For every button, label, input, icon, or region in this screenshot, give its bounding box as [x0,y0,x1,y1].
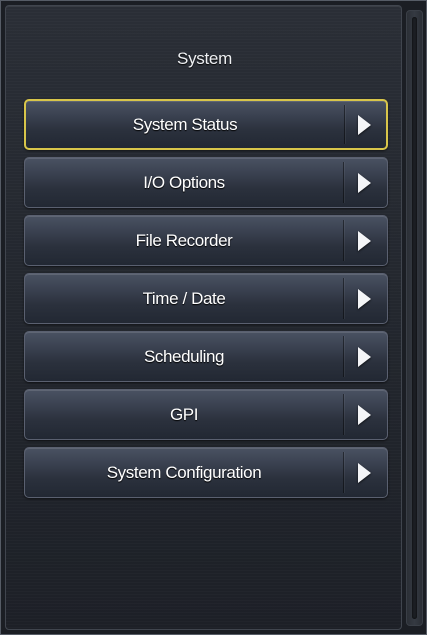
button-divider [343,394,344,435]
menu-button-label: Time / Date [142,289,226,308]
menu-button-label: GPI [169,405,199,424]
vertical-scrollbar[interactable] [406,10,423,626]
button-divider [343,278,344,319]
button-divider [343,452,344,493]
menu-button-scheduling[interactable]: Scheduling [24,331,388,382]
arrow-right-icon [358,346,371,367]
button-divider [344,105,345,144]
arrow-right-icon [358,462,371,483]
menu-button-gpi[interactable]: GPI [24,389,388,440]
scrollbar-track[interactable] [412,17,417,619]
menu-button-label: System Status [132,115,238,134]
button-divider [343,336,344,377]
button-divider [343,162,344,203]
button-divider [343,220,344,261]
menu-button-system-status[interactable]: System Status [24,99,388,150]
arrow-right-icon [358,404,371,425]
menu-button-time-date[interactable]: Time / Date [24,273,388,324]
menu-button-file-recorder[interactable]: File Recorder [24,215,388,266]
menu-button-label: I/O Options [143,173,225,192]
arrow-right-icon [358,114,371,135]
arrow-right-icon [358,172,371,193]
arrow-right-icon [358,288,371,309]
arrow-right-icon [358,230,371,251]
menu-button-io-options[interactable]: I/O Options [24,157,388,208]
menu-button-label: System Configuration [106,463,262,482]
panel-title: System [177,49,232,68]
menu-button-label: File Recorder [135,231,233,250]
menu-button-label: Scheduling [143,347,225,366]
menu-button-system-configuration[interactable]: System Configuration [24,447,388,498]
system-menu: System Status I/O Options File Recorder … [24,99,388,505]
